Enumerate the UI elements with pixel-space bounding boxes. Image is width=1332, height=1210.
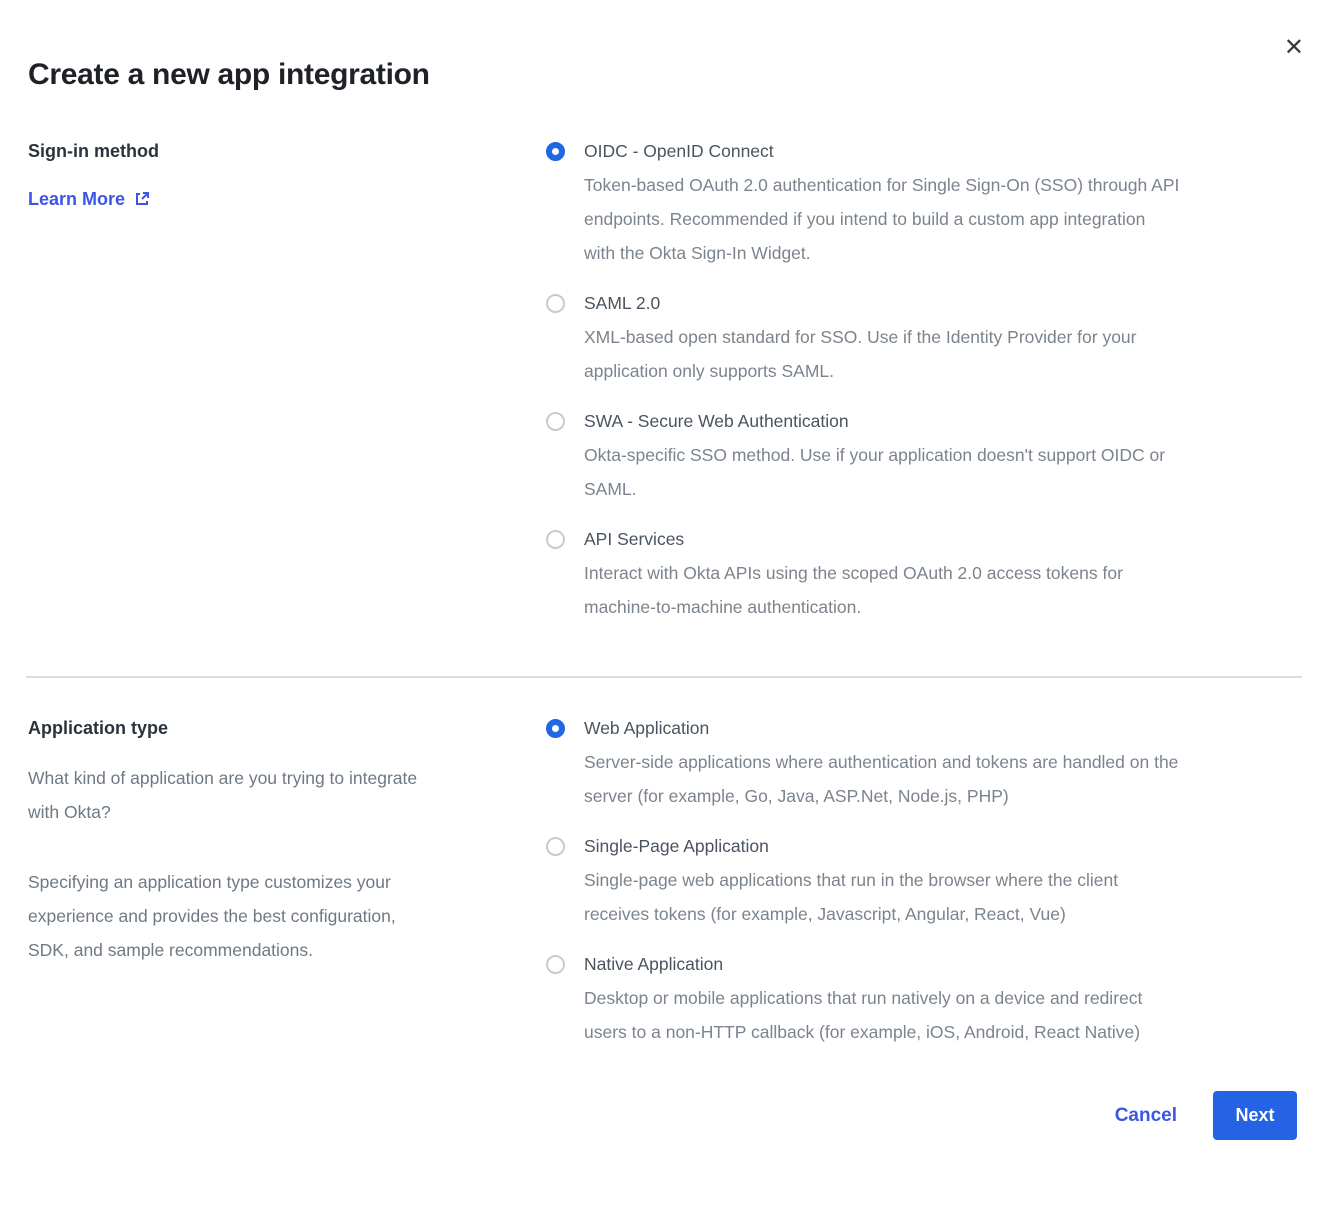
- option-swa-text: SWA - Secure Web Authentication Okta-spe…: [584, 404, 1165, 506]
- signin-method-label: Sign-in method: [28, 134, 516, 168]
- option-description: Server-side applications where authentic…: [584, 745, 1178, 813]
- create-app-integration-dialog: ✕ Create a new app integration Sign-in m…: [0, 0, 1332, 1210]
- radio-swa[interactable]: [546, 412, 565, 431]
- option-swa[interactable]: SWA - Secure Web Authentication Okta-spe…: [546, 404, 1297, 506]
- option-description: Okta-specific SSO method. Use if your ap…: [584, 438, 1165, 506]
- application-type-left-column: Application type What kind of applicatio…: [28, 711, 546, 1049]
- option-description: Desktop or mobile applications that run …: [584, 981, 1142, 1049]
- close-icon[interactable]: ✕: [1284, 36, 1304, 60]
- learn-more-label: Learn More: [28, 182, 125, 216]
- option-label: SAML 2.0: [584, 286, 1137, 320]
- option-label: Web Application: [584, 711, 1178, 745]
- radio-single-page-application[interactable]: [546, 837, 565, 856]
- radio-native-application[interactable]: [546, 955, 565, 974]
- option-oidc-text: OIDC - OpenID Connect Token-based OAuth …: [584, 134, 1179, 270]
- option-saml-text: SAML 2.0 XML-based open standard for SSO…: [584, 286, 1137, 388]
- option-oidc[interactable]: OIDC - OpenID Connect Token-based OAuth …: [546, 134, 1297, 270]
- signin-method-section: Sign-in method Learn More OIDC - OpenID …: [28, 134, 1297, 624]
- dialog-footer: Cancel Next: [28, 1091, 1297, 1140]
- option-native-application-text: Native Application Desktop or mobile app…: [584, 947, 1142, 1049]
- option-api-services-text: API Services Interact with Okta APIs usi…: [584, 522, 1123, 624]
- option-native-application[interactable]: Native Application Desktop or mobile app…: [546, 947, 1297, 1049]
- option-description: Token-based OAuth 2.0 authentication for…: [584, 168, 1179, 270]
- application-type-options: Web Application Server-side applications…: [546, 711, 1297, 1049]
- option-label: OIDC - OpenID Connect: [584, 134, 1179, 168]
- option-description: Single-page web applications that run in…: [584, 863, 1118, 931]
- application-type-section: Application type What kind of applicatio…: [28, 711, 1297, 1049]
- option-label: API Services: [584, 522, 1123, 556]
- option-web-application[interactable]: Web Application Server-side applications…: [546, 711, 1297, 813]
- option-web-application-text: Web Application Server-side applications…: [584, 711, 1178, 813]
- learn-more-link[interactable]: Learn More: [28, 182, 150, 216]
- radio-api-services[interactable]: [546, 530, 565, 549]
- option-description: Interact with Okta APIs using the scoped…: [584, 556, 1123, 624]
- signin-method-options: OIDC - OpenID Connect Token-based OAuth …: [546, 134, 1297, 624]
- radio-web-application[interactable]: [546, 719, 565, 738]
- option-saml[interactable]: SAML 2.0 XML-based open standard for SSO…: [546, 286, 1297, 388]
- application-type-label: Application type: [28, 711, 516, 745]
- option-single-page-application[interactable]: Single-Page Application Single-page web …: [546, 829, 1297, 931]
- option-label: Single-Page Application: [584, 829, 1118, 863]
- dialog-title: Create a new app integration: [28, 0, 1297, 92]
- section-divider: [26, 676, 1302, 678]
- application-type-note: Specifying an application type customize…: [28, 865, 516, 967]
- external-link-icon: [134, 191, 150, 207]
- option-single-page-application-text: Single-Page Application Single-page web …: [584, 829, 1118, 931]
- application-type-intro: What kind of application are you trying …: [28, 761, 516, 829]
- radio-oidc[interactable]: [546, 142, 565, 161]
- radio-saml[interactable]: [546, 294, 565, 313]
- option-api-services[interactable]: API Services Interact with Okta APIs usi…: [546, 522, 1297, 624]
- cancel-button[interactable]: Cancel: [1115, 1105, 1177, 1127]
- signin-method-left-column: Sign-in method Learn More: [28, 134, 546, 624]
- next-button[interactable]: Next: [1213, 1091, 1297, 1140]
- option-label: SWA - Secure Web Authentication: [584, 404, 1165, 438]
- option-description: XML-based open standard for SSO. Use if …: [584, 320, 1137, 388]
- option-label: Native Application: [584, 947, 1142, 981]
